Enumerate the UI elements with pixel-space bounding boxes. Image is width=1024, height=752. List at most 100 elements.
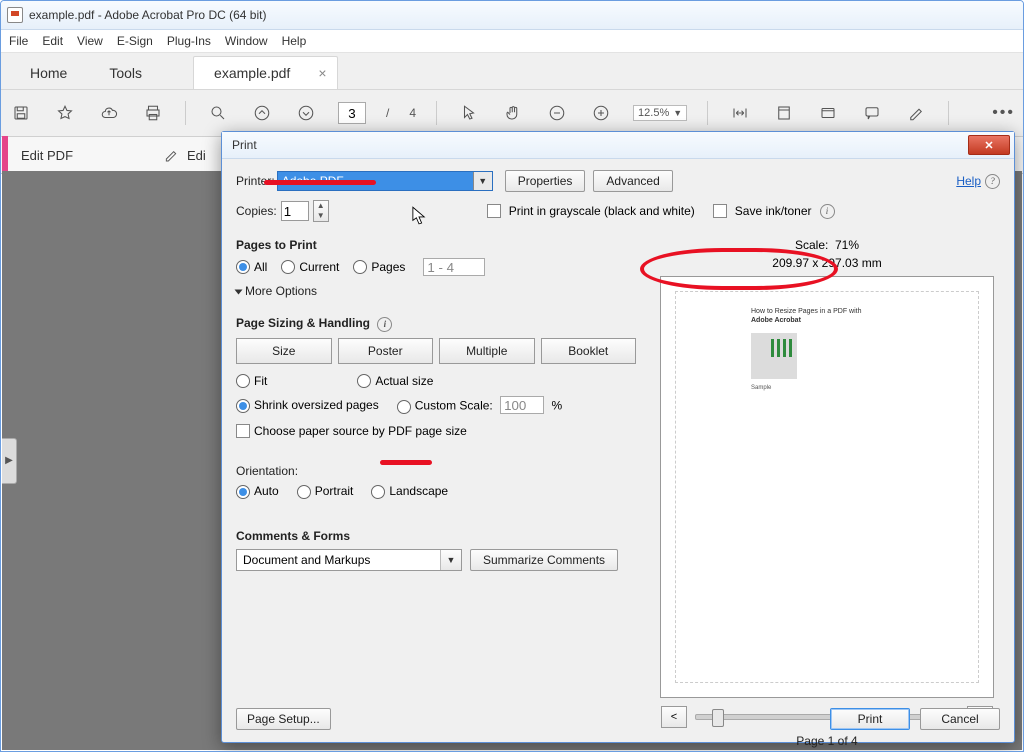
menu-window[interactable]: Window: [225, 34, 268, 48]
fit-label: Fit: [254, 374, 267, 388]
print-button[interactable]: Print: [830, 708, 910, 730]
close-button[interactable]: ✕: [968, 135, 1010, 155]
menu-plugins[interactable]: Plug-Ins: [167, 34, 211, 48]
pages-to-print-heading: Pages to Print: [236, 238, 636, 252]
menu-file[interactable]: File: [9, 34, 28, 48]
choose-source-label: Choose paper source by PDF page size: [254, 424, 467, 438]
pages-radio[interactable]: [353, 260, 367, 274]
multiple-button[interactable]: Multiple: [439, 338, 535, 364]
portrait-radio[interactable]: [297, 485, 311, 499]
tab-home[interactable]: Home: [9, 56, 88, 89]
landscape-radio[interactable]: [371, 485, 385, 499]
pct-label: %: [551, 399, 562, 413]
sidebar-expand[interactable]: ▶: [2, 438, 17, 484]
menu-edit[interactable]: Edit: [42, 34, 63, 48]
tab-strip: Home Tools example.pdf ×: [1, 53, 1023, 90]
auto-radio[interactable]: [236, 485, 250, 499]
select-tool-icon[interactable]: [457, 101, 481, 125]
chevron-down-icon: ▼: [673, 108, 682, 118]
pages-range-input[interactable]: [423, 258, 485, 276]
save-icon[interactable]: [9, 101, 33, 125]
zoom-in-icon[interactable]: [589, 101, 613, 125]
page-up-icon[interactable]: [250, 101, 274, 125]
cloud-upload-icon[interactable]: [97, 101, 121, 125]
custom-radio[interactable]: [397, 400, 411, 414]
chevron-down-icon: ▼: [440, 550, 461, 570]
poster-button[interactable]: Poster: [338, 338, 434, 364]
summarize-button[interactable]: Summarize Comments: [470, 549, 618, 571]
all-radio[interactable]: [236, 260, 250, 274]
active-tool-indicator: [2, 136, 8, 172]
fit-page-icon[interactable]: [772, 101, 796, 125]
toolbar: / 4 12.5%▼ •••: [1, 90, 1023, 137]
actual-label: Actual size: [375, 374, 433, 388]
page-setup-button[interactable]: Page Setup...: [236, 708, 331, 730]
copies-spinner[interactable]: ▲▼: [313, 200, 329, 222]
read-mode-icon[interactable]: [816, 101, 840, 125]
fit-width-icon[interactable]: [728, 101, 752, 125]
advanced-button[interactable]: Advanced: [593, 170, 672, 192]
sign-icon[interactable]: [904, 101, 928, 125]
shrink-radio[interactable]: [236, 399, 250, 413]
auto-label: Auto: [254, 484, 279, 498]
saveink-info-icon[interactable]: i: [820, 204, 835, 219]
comment-icon[interactable]: [860, 101, 884, 125]
star-icon[interactable]: [53, 101, 77, 125]
portrait-label: Portrait: [315, 484, 354, 498]
properties-button[interactable]: Properties: [505, 170, 586, 192]
print-preview: How to Resize Pages in a PDF withAdobe A…: [660, 276, 994, 698]
annotation-underline: [380, 460, 432, 465]
zoom-out-icon[interactable]: [545, 101, 569, 125]
sizing-info-icon[interactable]: i: [377, 317, 392, 332]
more-icon[interactable]: •••: [992, 104, 1015, 122]
print-icon[interactable]: [141, 101, 165, 125]
app-window: example.pdf - Adobe Acrobat Pro DC (64 b…: [0, 0, 1024, 752]
sizing-heading: Page Sizing & Handling i: [236, 316, 636, 332]
tab-tools[interactable]: Tools: [88, 56, 163, 89]
current-radio[interactable]: [281, 260, 295, 274]
page-total: 4: [409, 106, 416, 120]
copies-input[interactable]: [281, 201, 309, 221]
help-info-icon[interactable]: ?: [985, 174, 1000, 189]
fit-radio[interactable]: [236, 374, 250, 388]
grayscale-checkbox[interactable]: [487, 204, 501, 218]
zoom-combo[interactable]: 12.5%▼: [633, 105, 687, 121]
custom-label: Custom Scale:: [415, 399, 493, 413]
search-icon[interactable]: [206, 101, 230, 125]
all-label: All: [254, 260, 267, 274]
page-down-icon[interactable]: [294, 101, 318, 125]
edit-pdf-label: Edit PDF: [21, 148, 73, 163]
shrink-label: Shrink oversized pages: [254, 398, 379, 412]
menu-help[interactable]: Help: [282, 34, 307, 48]
tab-close-icon[interactable]: ×: [318, 57, 326, 89]
scale-value: 71%: [835, 238, 859, 252]
menu-view[interactable]: View: [77, 34, 103, 48]
custom-scale-input[interactable]: [500, 396, 544, 414]
edit-icon: [163, 147, 179, 163]
preview-caption: Sample: [751, 385, 771, 391]
more-options[interactable]: More Options: [236, 284, 636, 298]
preview-thumbnail-image: [751, 333, 797, 379]
preview-page-of: Page 1 of 4: [654, 734, 1000, 748]
choose-source-checkbox[interactable]: [236, 424, 250, 438]
edit-partial[interactable]: Edi: [163, 147, 206, 163]
scale-label: Scale:: [795, 238, 828, 252]
saveink-checkbox[interactable]: [713, 204, 727, 218]
annotation-underline: [264, 180, 376, 185]
page-number-input[interactable]: [338, 102, 366, 124]
tab-document[interactable]: example.pdf ×: [193, 56, 337, 89]
comments-select[interactable]: Document and Markups ▼: [236, 549, 462, 571]
menubar: File Edit View E-Sign Plug-Ins Window He…: [1, 30, 1023, 53]
copies-label: Copies:: [236, 204, 277, 218]
booklet-button[interactable]: Booklet: [541, 338, 637, 364]
help-link[interactable]: Help: [956, 174, 981, 188]
menu-esign[interactable]: E-Sign: [117, 34, 153, 48]
hand-tool-icon[interactable]: [501, 101, 525, 125]
edit-pdf[interactable]: Edit PDF: [21, 148, 73, 163]
titlebar: example.pdf - Adobe Acrobat Pro DC (64 b…: [1, 1, 1023, 30]
cancel-button[interactable]: Cancel: [920, 708, 1000, 730]
size-button[interactable]: Size: [236, 338, 332, 364]
pages-label: Pages: [371, 260, 405, 274]
actual-radio[interactable]: [357, 374, 371, 388]
window-title: example.pdf - Adobe Acrobat Pro DC (64 b…: [29, 8, 266, 22]
